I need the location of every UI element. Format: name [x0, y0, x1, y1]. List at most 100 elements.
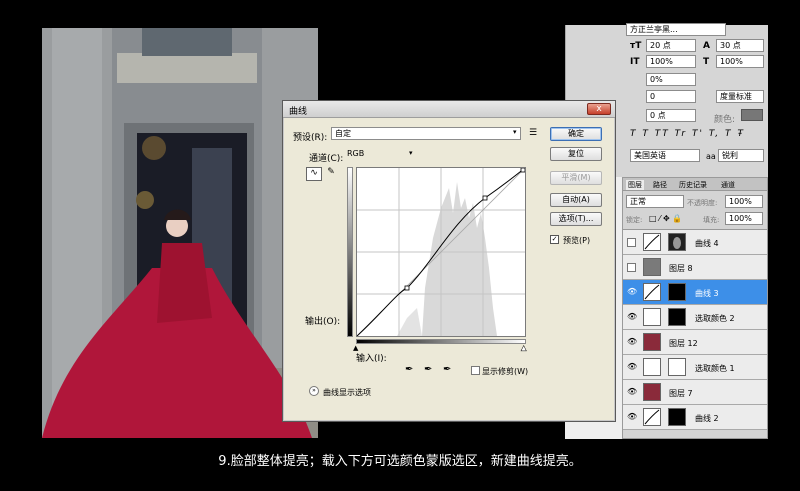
preview-label: 预览(P): [563, 236, 591, 245]
tab-history[interactable]: 历史记录: [679, 180, 707, 190]
opacity-field[interactable]: 100%: [725, 195, 763, 208]
text-color-swatch[interactable]: [741, 109, 763, 121]
preset-select[interactable]: 自定: [331, 127, 521, 140]
layer-mask-thumb: [668, 358, 686, 376]
hscale-field[interactable]: 100%: [716, 55, 764, 68]
auto-button[interactable]: 自动(A): [550, 193, 602, 207]
visibility-toggle[interactable]: [627, 263, 636, 272]
antialias-label: aa: [706, 152, 716, 161]
dialog-titlebar[interactable]: 曲线 x: [283, 101, 615, 118]
selective-color-icon: [643, 308, 661, 326]
layer-thumb: [643, 333, 661, 351]
leading-field[interactable]: 30 点: [716, 39, 764, 52]
opacity-label: 不透明度:: [687, 199, 718, 207]
close-button[interactable]: x: [587, 103, 611, 115]
layer-mask-thumb: [668, 233, 686, 251]
layers-panel: 图层 路径 历史记录 通道 正常 不透明度: 100% 锁定: □ ⁄ ✥ 🔒 …: [622, 177, 768, 439]
eye-icon[interactable]: 👁: [627, 388, 637, 396]
layers-tab-bar: 图层 路径 历史记录 通道: [623, 178, 767, 191]
output-label: 输出(O):: [305, 317, 341, 327]
layer-thumb: [643, 383, 661, 401]
eye-icon[interactable]: 👁: [627, 288, 637, 296]
black-eyedropper-icon[interactable]: ✒: [405, 364, 413, 375]
preset-label: 预设(R):: [293, 133, 328, 143]
white-eyedropper-icon[interactable]: ✒: [443, 364, 451, 375]
layer-list: 曲线 4 图层 8 👁 曲线 3 👁 选取颜色 2 👁 图层 12 👁 选取颜色…: [623, 229, 767, 439]
blend-mode-select[interactable]: 正常: [626, 195, 684, 208]
expand-options-icon[interactable]: »: [309, 386, 319, 396]
white-point-slider[interactable]: ▲: [521, 344, 527, 353]
show-clipping-label: 显示修剪(W): [482, 367, 529, 376]
hscale-icon: T: [703, 57, 710, 67]
wedding-photo: [42, 28, 318, 438]
layer-row[interactable]: 曲线 4: [623, 230, 767, 255]
language-select[interactable]: 美国英语: [630, 149, 700, 162]
kerning-mode-select[interactable]: 度量标准: [716, 90, 764, 103]
vscale-icon: IT: [630, 57, 640, 67]
reset-button[interactable]: 复位: [550, 147, 602, 161]
layer-mask-thumb: [668, 308, 686, 326]
layer-mask-thumb: [668, 408, 686, 426]
layer-name: 图层 7: [669, 389, 693, 398]
tracking-field[interactable]: 0%: [646, 73, 696, 86]
caption-text: 9.脸部整体提亮；载入下方可选颜色蒙版选区，新建曲线提亮。: [218, 454, 582, 469]
tab-layers[interactable]: 图层: [626, 180, 644, 190]
selective-color-icon: [643, 358, 661, 376]
preview-checkbox[interactable]: ✓: [550, 235, 559, 244]
tab-channels[interactable]: 通道: [721, 180, 735, 190]
visibility-toggle[interactable]: [627, 238, 636, 247]
layer-row[interactable]: 👁 选取颜色 2: [623, 305, 767, 330]
show-clipping-checkbox[interactable]: [471, 366, 480, 375]
lock-label: 锁定:: [626, 216, 643, 224]
photo-canvas: [42, 28, 318, 438]
font-size-field[interactable]: 20 点: [646, 39, 696, 52]
curve-point-tool-icon[interactable]: ∿: [306, 167, 322, 181]
dialog-title: 曲线: [289, 107, 308, 117]
gray-eyedropper-icon[interactable]: ✒: [424, 364, 432, 375]
display-options-label: 曲线显示选项: [323, 388, 371, 397]
curves-adjust-icon: [643, 408, 661, 426]
layer-row[interactable]: 👁 图层 7: [623, 380, 767, 405]
curves-graph[interactable]: [356, 167, 526, 337]
channel-select[interactable]: RGB: [345, 148, 417, 161]
options-button[interactable]: 选项(T)...: [550, 212, 602, 226]
baseline-field[interactable]: 0 点: [646, 109, 696, 122]
eye-icon[interactable]: 👁: [627, 313, 637, 321]
input-label: 输入(I):: [356, 354, 387, 364]
antialias-select[interactable]: 锐利: [718, 149, 764, 162]
layer-name: 曲线 4: [695, 239, 719, 248]
color-label: 颜色:: [714, 115, 736, 125]
curves-plot: [356, 167, 526, 337]
leading-icon: A: [703, 41, 710, 51]
vscale-field[interactable]: 100%: [646, 55, 696, 68]
eye-icon[interactable]: 👁: [627, 363, 637, 371]
kerning-field[interactable]: 0: [646, 90, 696, 103]
layer-row[interactable]: 👁 选取颜色 1: [623, 355, 767, 380]
layer-name: 选取颜色 1: [695, 364, 735, 373]
eye-icon[interactable]: 👁: [627, 338, 637, 346]
tab-paths[interactable]: 路径: [653, 180, 667, 190]
output-gradient-bar: [347, 167, 353, 337]
text-style-buttons[interactable]: T T TT Tr T' T, T Ŧ: [630, 129, 765, 143]
ok-button[interactable]: 确定: [550, 127, 602, 141]
lock-icons[interactable]: □ ⁄ ✥ 🔒: [649, 214, 682, 223]
layer-row-selected[interactable]: 👁 曲线 3: [623, 280, 767, 305]
curves-dialog: 曲线 x 预设(R): 自定 ▾ ☰ 通道(C): RGB ▾ ∿ ✎ 输出(O…: [282, 100, 616, 422]
chevron-down-icon: ▾: [513, 128, 517, 136]
smooth-button[interactable]: 平滑(M): [550, 171, 602, 185]
layer-thumb: [643, 258, 661, 276]
fill-field[interactable]: 100%: [725, 212, 763, 225]
pencil-icon[interactable]: ✎: [324, 167, 338, 181]
fill-label: 填充:: [703, 216, 720, 224]
layer-row[interactable]: 👁 曲线 2: [623, 405, 767, 430]
input-gradient-bar: [356, 339, 526, 344]
layer-row[interactable]: 图层 8: [623, 255, 767, 280]
layer-name: 图层 12: [669, 339, 698, 348]
curves-adjust-icon: [643, 233, 661, 251]
eye-icon[interactable]: 👁: [627, 413, 637, 421]
layer-name: 曲线 2: [695, 414, 719, 423]
font-size-icon: тT: [630, 41, 642, 51]
layer-row[interactable]: 👁 图层 12: [623, 330, 767, 355]
preset-options-icon[interactable]: ☰: [529, 128, 537, 138]
font-family-select[interactable]: 方正兰亭黑...: [626, 23, 726, 36]
